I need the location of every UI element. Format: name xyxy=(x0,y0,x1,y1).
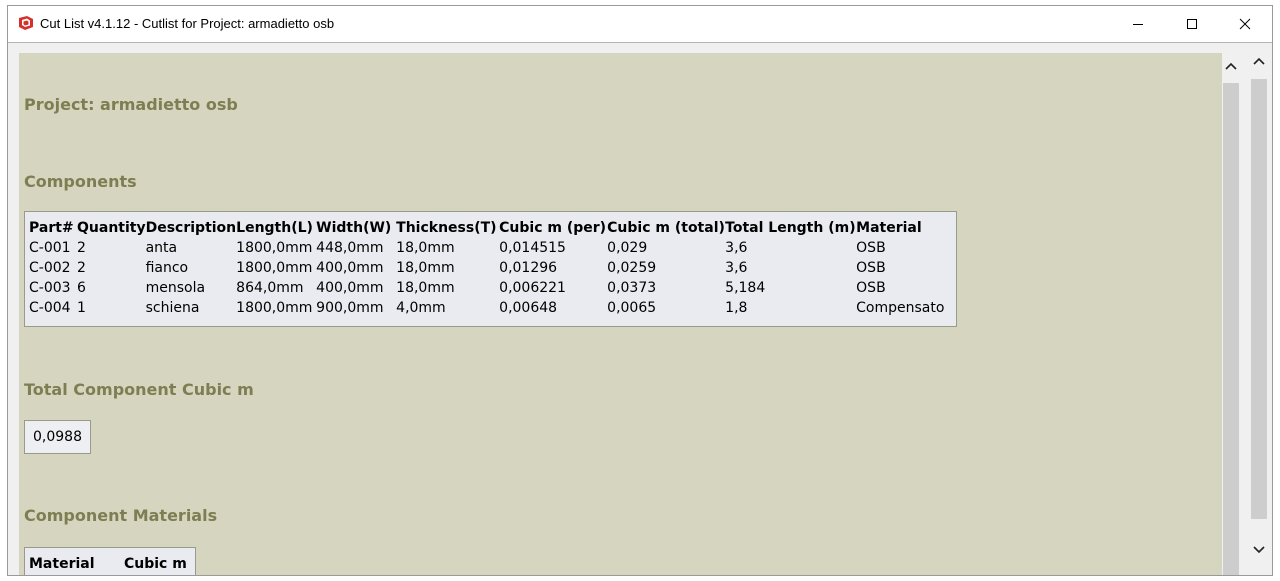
col-header-thickness: Thickness(T) xyxy=(396,220,497,236)
cell-description: fianco xyxy=(145,260,189,276)
col-header-total-length: Total Length (m) xyxy=(725,220,856,236)
components-header-row: Part# Quantity Description Length(L) Wid… xyxy=(29,212,944,238)
cell-cubic-per: 0,01296 xyxy=(499,260,558,276)
total-cubic-value: 0,0988 xyxy=(24,420,91,454)
cell-part: C-003 xyxy=(29,280,71,296)
cell-material: OSB xyxy=(856,260,886,276)
cell-quantity: 2 xyxy=(77,260,86,276)
cell-cubic-per: 0,00648 xyxy=(499,300,558,316)
cell-material: OSB xyxy=(856,280,886,296)
report-scrollbar-thumb[interactable] xyxy=(1223,83,1239,575)
cell-part: C-004 xyxy=(29,300,71,316)
components-table: Part# Quantity Description Length(L) Wid… xyxy=(24,211,957,327)
col-header-material: Material xyxy=(856,220,922,236)
cell-length: 1800,0mm xyxy=(236,260,313,276)
cell-quantity: 2 xyxy=(77,240,86,256)
chevron-up-icon[interactable] xyxy=(1253,56,1265,66)
cutlist-window: Cut List v4.1.12 - Cutlist for Project: … xyxy=(7,5,1273,576)
col-header-cubic-per: Cubic m (per) xyxy=(499,220,607,236)
maximize-icon xyxy=(1187,19,1197,29)
cell-width: 400,0mm xyxy=(316,280,384,296)
cell-width: 448,0mm xyxy=(316,240,384,256)
cell-quantity: 6 xyxy=(77,280,86,296)
materials-header-row: Material Cubic m xyxy=(29,548,187,574)
minimize-button[interactable] xyxy=(1111,6,1165,42)
total-cubic-heading: Total Component Cubic m xyxy=(24,380,254,399)
cell-part: C-002 xyxy=(29,260,71,276)
col-header-material: Material xyxy=(29,556,95,572)
table-row: C-002 2 fianco 1800,0mm 400,0mm 18,0mm 0… xyxy=(29,258,944,278)
chevron-down-icon[interactable] xyxy=(1253,545,1265,555)
cell-length: 864,0mm xyxy=(236,280,304,296)
content-frame: Project: armadietto osb Components Part#… xyxy=(8,42,1272,575)
cell-total-length: 3,6 xyxy=(725,260,748,276)
cell-total-length: 1,8 xyxy=(725,300,748,316)
cell-cubic-per: 0,006221 xyxy=(499,280,566,296)
chevron-up-icon[interactable] xyxy=(1225,61,1237,71)
components-heading: Components xyxy=(24,172,137,191)
window-title: Cut List v4.1.12 - Cutlist for Project: … xyxy=(40,16,335,31)
col-header-part: Part# xyxy=(29,220,74,236)
cell-thickness: 18,0mm xyxy=(396,260,455,276)
cell-width: 400,0mm xyxy=(316,260,384,276)
col-header-width: Width(W) xyxy=(316,220,392,236)
cell-total-length: 3,6 xyxy=(725,240,748,256)
col-header-length: Length(L) xyxy=(236,220,313,236)
minimize-icon xyxy=(1133,24,1143,25)
materials-heading: Component Materials xyxy=(24,506,218,525)
cell-thickness: 18,0mm xyxy=(396,280,455,296)
materials-table: Material Cubic m xyxy=(24,547,196,575)
col-header-cubic-total: Cubic m (total) xyxy=(607,220,725,236)
cell-width: 900,0mm xyxy=(316,300,384,316)
cell-length: 1800,0mm xyxy=(236,300,313,316)
cell-material: OSB xyxy=(856,240,886,256)
close-button[interactable] xyxy=(1218,6,1272,42)
cell-material: Compensato xyxy=(856,300,945,316)
cell-total-length: 5,184 xyxy=(725,280,766,296)
report-view: Project: armadietto osb Components Part#… xyxy=(19,53,1223,575)
col-header-quantity: Quantity xyxy=(77,220,146,236)
table-row: C-003 6 mensola 864,0mm 400,0mm 18,0mm 0… xyxy=(29,278,944,298)
cell-length: 1800,0mm xyxy=(236,240,313,256)
col-header-cubic: Cubic m xyxy=(124,556,187,572)
sketchup-icon xyxy=(19,16,33,30)
cell-cubic-total: 0,0259 xyxy=(607,260,657,276)
cell-cubic-per: 0,014515 xyxy=(499,240,566,256)
table-row: C-001 2 anta 1800,0mm 448,0mm 18,0mm 0,0… xyxy=(29,238,944,258)
project-heading: Project: armadietto osb xyxy=(24,95,238,114)
cell-thickness: 18,0mm xyxy=(396,240,455,256)
maximize-button[interactable] xyxy=(1165,6,1219,42)
report-scrollbar[interactable] xyxy=(1222,53,1240,575)
table-row: C-004 1 schiena 1800,0mm 900,0mm 4,0mm 0… xyxy=(29,298,944,318)
cell-description: mensola xyxy=(145,280,206,296)
window-scrollbar[interactable] xyxy=(1246,43,1272,575)
col-header-description: Description xyxy=(145,220,237,236)
cell-cubic-total: 0,029 xyxy=(607,240,648,256)
cell-description: anta xyxy=(145,240,178,256)
cell-part: C-001 xyxy=(29,240,71,256)
cell-cubic-total: 0,0065 xyxy=(607,300,657,316)
cell-description: schiena xyxy=(145,300,200,316)
title-bar[interactable]: Cut List v4.1.12 - Cutlist for Project: … xyxy=(8,6,1272,42)
cell-quantity: 1 xyxy=(77,300,86,316)
close-icon xyxy=(1239,18,1251,30)
cell-thickness: 4,0mm xyxy=(396,300,446,316)
cell-cubic-total: 0,0373 xyxy=(607,280,657,296)
window-scrollbar-thumb[interactable] xyxy=(1251,79,1267,519)
